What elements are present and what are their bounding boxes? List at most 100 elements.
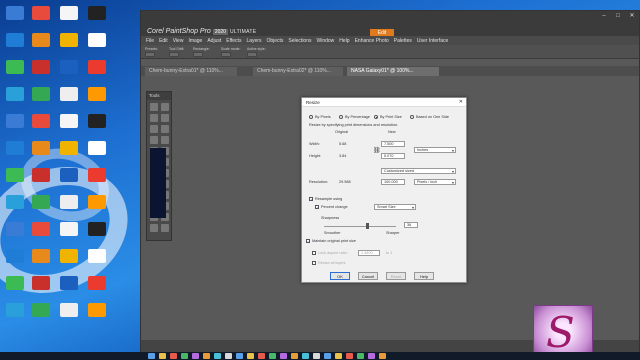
menu-item-adjust[interactable]: Adjust [207, 38, 221, 44]
lock-aspect-checkbox[interactable] [312, 251, 316, 255]
help-button[interactable]: Help [414, 272, 434, 280]
menu-item-window[interactable]: Window [317, 38, 335, 44]
tool-button[interactable] [150, 136, 158, 144]
taskbar-app-icon[interactable] [368, 353, 375, 359]
mode-radio-print-size[interactable] [374, 115, 378, 119]
width-field[interactable]: 7.500 [381, 141, 405, 147]
units-dropdown[interactable]: Inches [414, 147, 456, 153]
taskbar-app-icon[interactable] [170, 353, 177, 359]
desktop-shortcut-icon[interactable] [6, 276, 24, 290]
sharpness-slider-thumb[interactable] [365, 223, 369, 229]
desktop-shortcut-icon[interactable] [88, 303, 106, 317]
desktop-shortcut-icon[interactable] [60, 87, 78, 101]
mode-radio-one-side[interactable] [410, 115, 414, 119]
document-tab[interactable]: Chem-bunny-Extra01* @ 110%... [145, 67, 237, 76]
desktop-shortcut-icon[interactable] [6, 114, 24, 128]
desktop-shortcut-icon[interactable] [60, 168, 78, 182]
tool-button[interactable] [161, 136, 169, 144]
title-bar[interactable]: Corel PaintShop Pro 2020 ULTIMATE Edit – □… [141, 11, 639, 37]
taskbar-app-icon[interactable] [335, 353, 342, 359]
desktop-shortcut-icon[interactable] [6, 249, 24, 263]
menu-item-view[interactable]: View [173, 38, 184, 44]
percent-field[interactable]: 36 [404, 222, 418, 228]
taskbar-app-icon[interactable] [258, 353, 265, 359]
toolbar-control[interactable] [169, 52, 179, 57]
desktop-shortcut-icon[interactable] [88, 195, 106, 209]
desktop-shortcut-icon[interactable] [88, 276, 106, 290]
tool-button[interactable] [150, 125, 158, 133]
galaxy-image-left[interactable] [150, 148, 166, 218]
toolbar-control[interactable] [145, 52, 155, 57]
desktop-shortcut-icon[interactable] [88, 168, 106, 182]
toolbar-control[interactable] [193, 52, 203, 57]
desktop-shortcut-icon[interactable] [60, 276, 78, 290]
desktop-shortcut-icon[interactable] [32, 222, 50, 236]
document-tab-active[interactable]: NASA Galaxy01* @ 100%... [347, 67, 439, 76]
taskbar-app-icon[interactable] [379, 353, 386, 359]
taskbar-app-icon[interactable] [159, 353, 166, 359]
desktop-shortcut-icon[interactable] [60, 249, 78, 263]
cancel-button[interactable]: Cancel [358, 272, 378, 280]
desktop-shortcut-icon[interactable] [32, 114, 50, 128]
resolution-field[interactable]: 100.000 [381, 179, 405, 185]
tool-button[interactable] [150, 114, 158, 122]
desktop-shortcut-icon[interactable] [88, 222, 106, 236]
desktop-shortcut-icon[interactable] [88, 6, 106, 20]
desktop-shortcut-icon[interactable] [60, 141, 78, 155]
menu-item-selections[interactable]: Selections [288, 38, 311, 44]
desktop-shortcut-icon[interactable] [6, 195, 24, 209]
tool-button[interactable] [161, 114, 169, 122]
desktop-shortcut-icon[interactable] [60, 222, 78, 236]
taskbar-app-icon[interactable] [225, 353, 232, 359]
desktop-shortcut-icon[interactable] [88, 60, 106, 74]
size-preset-dropdown[interactable]: Customized sized [381, 168, 456, 174]
desktop-shortcut-icon[interactable] [88, 87, 106, 101]
menu-item-image[interactable]: Image [188, 38, 202, 44]
tool-button[interactable] [150, 103, 158, 111]
desktop-shortcut-icon[interactable] [32, 249, 50, 263]
resolution-units-dropdown[interactable]: Pixels / inch [414, 179, 456, 185]
taskbar-app-icon[interactable] [346, 353, 353, 359]
taskbar-app-icon[interactable] [214, 353, 221, 359]
menu-item-enhance-photo[interactable]: Enhance Photo [355, 38, 389, 44]
maximize-button[interactable]: □ [611, 11, 625, 21]
desktop-shortcut-icon[interactable] [32, 87, 50, 101]
mode-radio-pixels[interactable] [309, 115, 313, 119]
resize-layers-checkbox[interactable] [312, 261, 316, 265]
percent-change-checkbox[interactable]: ✓ [315, 205, 319, 210]
desktop-shortcut-icon[interactable] [88, 114, 106, 128]
desktop-shortcut-icon[interactable] [32, 276, 50, 290]
menu-item-palettes[interactable]: Palettes [394, 38, 412, 44]
taskbar-app-icon[interactable] [357, 353, 364, 359]
desktop-shortcut-icon[interactable] [6, 141, 24, 155]
taskbar-app-icon[interactable] [291, 353, 298, 359]
toolbar-control[interactable] [221, 52, 231, 57]
desktop-shortcut-icon[interactable] [60, 60, 78, 74]
menu-item-effects[interactable]: Effects [226, 38, 241, 44]
desktop-shortcut-icon[interactable] [32, 303, 50, 317]
desktop-shortcut-icon[interactable] [6, 60, 24, 74]
taskbar-app-icon[interactable] [181, 353, 188, 359]
desktop-shortcut-icon[interactable] [32, 141, 50, 155]
desktop-shortcut-icon[interactable] [88, 249, 106, 263]
taskbar-app-icon[interactable] [324, 353, 331, 359]
resample-dropdown[interactable]: Smart Size [374, 204, 416, 210]
desktop-shortcut-icon[interactable] [6, 168, 24, 182]
desktop-shortcut-icon[interactable] [32, 6, 50, 20]
tool-button[interactable] [161, 103, 169, 111]
desktop-shortcut-icon[interactable] [32, 195, 50, 209]
menu-item-help[interactable]: Help [339, 38, 349, 44]
menu-item-objects[interactable]: Objects [266, 38, 283, 44]
taskbar-app-icon[interactable] [192, 353, 199, 359]
desktop-shortcut-icon[interactable] [6, 303, 24, 317]
desktop-shortcut-icon[interactable] [60, 33, 78, 47]
reset-button[interactable]: Reset [386, 272, 406, 280]
desktop-shortcut-icon[interactable] [6, 222, 24, 236]
tool-button[interactable] [161, 125, 169, 133]
menu-item-layers[interactable]: Layers [246, 38, 261, 44]
desktop-shortcut-icon[interactable] [6, 6, 24, 20]
desktop-shortcut-icon[interactable] [60, 6, 78, 20]
menu-item-user-interface[interactable]: User Interface [417, 38, 448, 44]
resample-checkbox[interactable]: ✓ [309, 197, 313, 202]
desktop-shortcut-icon[interactable] [60, 114, 78, 128]
